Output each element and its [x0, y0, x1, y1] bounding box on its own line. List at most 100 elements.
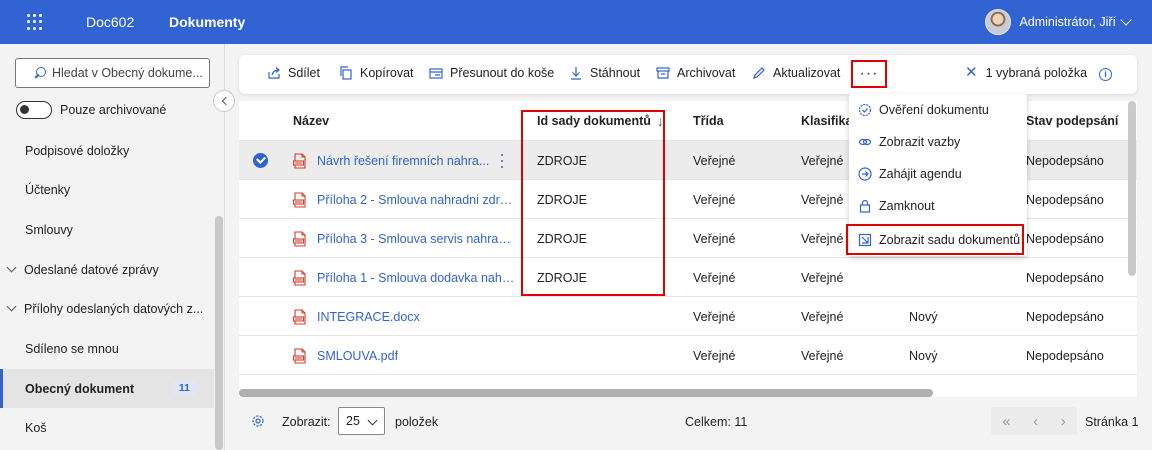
sidebar-item-label: Podpisové doložky [25, 143, 130, 158]
share-button[interactable]: Sdílet [267, 66, 320, 80]
sidebar-item-shared-with-me[interactable]: Sdíleno se mnou [0, 329, 214, 368]
document-link[interactable]: Příloha 3 - Smlouva servis nahradni... [317, 232, 515, 246]
class-cell: Veřejné [693, 231, 736, 246]
selection-count: 1 vybraná položka [985, 66, 1088, 80]
table-row[interactable]: INTEGRACE.docx Veřejné Veřejné Nový Nepodeps… [239, 297, 1137, 336]
chevron-down-icon[interactable] [6, 301, 17, 312]
menu-item-show-document-set[interactable]: Zobrazit sadu dokumentů [846, 224, 1024, 255]
search-input[interactable]: Hledat v Obecný dokume... [15, 58, 210, 88]
column-header-signing[interactable]: Stav podepsání [1026, 101, 1137, 141]
column-header-class[interactable]: Třída [693, 101, 773, 141]
close-icon[interactable]: ✕ [965, 65, 978, 80]
download-label: Stáhnout [590, 66, 641, 80]
document-link[interactable]: SMLOUVA.pdf [317, 349, 398, 363]
sidebar-item-sent-data-messages[interactable]: Odeslané datové zprávy [0, 250, 214, 289]
first-page-icon[interactable]: « [1002, 413, 1010, 430]
row-select-checkbox[interactable] [253, 258, 273, 297]
start-arrow-icon [858, 167, 872, 181]
sidebar-item-label: Účtenky [25, 182, 71, 197]
sidebar-item-label: Koš [25, 420, 47, 435]
chevron-down-icon [367, 415, 378, 426]
search-icon [34, 67, 46, 79]
document-link[interactable]: Příloha 1 - Smlouva dodavka nahrad... [317, 271, 515, 285]
archived-only-toggle[interactable] [16, 101, 52, 119]
set-id-cell: ZDROJE [537, 192, 587, 207]
set-id-cell: ZDROJE [537, 153, 587, 168]
chevron-down-icon[interactable] [6, 262, 17, 273]
row-select-checkbox[interactable] [253, 336, 273, 375]
signing-status-cell: Nepodepsáno [1026, 231, 1104, 246]
menu-item-verify-document[interactable]: Ověření dokumentu [849, 94, 1027, 126]
archive-button[interactable]: Archivovat [656, 66, 735, 80]
sidebar-scrollbar[interactable] [215, 216, 223, 450]
selection-info[interactable]: ✕ 1 vybraná položka [965, 65, 1088, 80]
sidebar-item-label: Obecný dokument [25, 381, 135, 396]
download-button[interactable]: Stáhnout [569, 66, 640, 80]
sidebar-item-signature-clauses[interactable]: Podpisové doložky [0, 131, 214, 170]
vertical-scrollbar[interactable] [1128, 101, 1136, 276]
link-icon [858, 135, 872, 149]
class-cell: Veřejné [693, 153, 736, 168]
row-select-checkbox[interactable] [253, 141, 273, 180]
move-to-trash-button[interactable]: Přesunout do koše [429, 66, 554, 80]
document-link[interactable]: Příloha 2 - Smlouva nahradni zdroj ... [317, 193, 515, 207]
page-size-value: 25 [346, 414, 360, 428]
status-cell [909, 258, 979, 297]
next-page-icon[interactable]: › [1061, 413, 1066, 430]
name-cell: Příloha 3 - Smlouva servis nahradni... [293, 219, 515, 258]
copy-button[interactable]: Kopírovat [339, 66, 414, 80]
sidebar-item-general-document[interactable]: Obecný dokument 11 [0, 369, 214, 408]
sidebar: Hledat v Obecný dokume... Pouze archivov… [0, 44, 225, 450]
archive-icon [656, 66, 670, 80]
column-header-set-id[interactable]: Id sady dokumentů ↓ [537, 101, 662, 141]
more-actions-button[interactable]: ··· [851, 60, 887, 88]
sidebar-item-label: Smlouvy [25, 222, 73, 237]
sidebar-item-trash[interactable]: Koš [0, 408, 214, 447]
column-header-name[interactable]: Název [293, 101, 515, 141]
app-name[interactable]: Doc602 [86, 14, 134, 30]
share-icon [267, 66, 281, 80]
copy-icon [339, 66, 353, 80]
sidebar-item-label: Sdíleno se mnou [25, 341, 119, 356]
set-id-cell: ZDROJE [537, 231, 587, 246]
items-label: položek [395, 415, 439, 429]
name-cell: INTEGRACE.docx [293, 297, 515, 336]
lock-icon [858, 199, 872, 213]
row-more-icon[interactable] [501, 154, 505, 168]
user-menu[interactable]: Administrátor, Jiří [985, 9, 1132, 35]
menu-item-start-agenda[interactable]: Zahájit agendu [849, 158, 1027, 190]
move-icon [429, 66, 443, 80]
sidebar-item-receipts[interactable]: Účtenky [0, 170, 214, 209]
row-select-checkbox[interactable] [253, 180, 273, 219]
menu-item-lock[interactable]: Zamknout [849, 190, 1027, 222]
sidebar-item-contracts[interactable]: Smlouvy [0, 210, 214, 249]
pdf-file-icon [293, 152, 306, 169]
menu-item-show-links[interactable]: Zobrazit vazby [849, 126, 1027, 158]
row-select-checkbox[interactable] [253, 297, 273, 336]
collapse-sidebar-button[interactable] [213, 90, 235, 112]
search-placeholder: Hledat v Obecný dokume... [52, 66, 203, 80]
app-launcher-icon[interactable] [27, 14, 43, 30]
document-link[interactable]: INTEGRACE.docx [317, 310, 420, 324]
document-link[interactable]: Návrh řešení firemních nahra... [317, 154, 489, 168]
update-label: Aktualizovat [773, 66, 841, 80]
classification-cell: Veřejné [801, 270, 844, 285]
horizontal-scrollbar[interactable] [239, 389, 933, 397]
sort-down-icon: ↓ [656, 113, 662, 129]
archived-only-label: Pouze archivované [60, 103, 167, 117]
previous-page-icon[interactable]: ‹ [1033, 413, 1038, 430]
classification-cell: Veřejné [801, 309, 844, 324]
info-icon[interactable]: i [1099, 68, 1112, 81]
name-cell: Příloha 1 - Smlouva dodavka nahrad... [293, 258, 515, 297]
sidebar-item-sent-attachments[interactable]: Přílohy odeslaných datových z... [0, 289, 214, 328]
table-row[interactable]: Příloha 1 - Smlouva dodavka nahrad... ZDR… [239, 258, 1137, 297]
row-select-checkbox[interactable] [253, 219, 273, 258]
gear-icon[interactable] [251, 414, 265, 428]
signing-status-cell: Nepodepsáno [1026, 348, 1104, 363]
update-button[interactable]: Aktualizovat [752, 66, 840, 80]
table-row[interactable]: SMLOUVA.pdf Veřejné Veřejné Nový Nepodepsáno [239, 336, 1137, 375]
menu-item-label: Ověření dokumentu [879, 103, 989, 117]
page-size-select[interactable]: 25 [338, 407, 385, 435]
more-actions-menu: Ověření dokumentu Zobrazit vazby Zahájit… [846, 94, 1027, 256]
chevron-down-icon [1120, 14, 1132, 26]
